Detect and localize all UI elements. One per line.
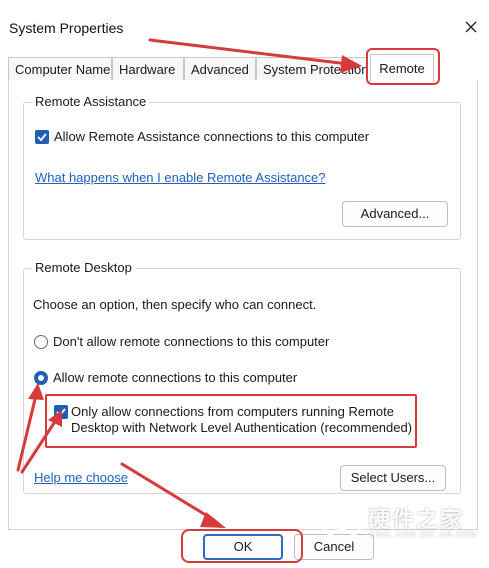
allow-remote-assistance-label: Allow Remote Assistance connections to t… bbox=[54, 129, 370, 144]
allow-remote-radio[interactable] bbox=[34, 371, 48, 385]
ok-button[interactable]: OK bbox=[203, 534, 283, 560]
remote-assistance-help-link[interactable]: What happens when I enable Remote Assist… bbox=[35, 170, 326, 185]
tab-strip: Computer Name Hardware Advanced System P… bbox=[8, 54, 438, 82]
select-users-button[interactable]: Select Users... bbox=[340, 465, 446, 491]
tab-computer-name[interactable]: Computer Name bbox=[8, 57, 112, 81]
checkmark-icon bbox=[37, 133, 47, 142]
remote-assistance-group: Remote Assistance Allow Remote Assistanc… bbox=[23, 94, 461, 240]
advanced-button[interactable]: Advanced... bbox=[342, 201, 448, 227]
dont-allow-remote-radio[interactable] bbox=[34, 335, 48, 349]
dont-allow-remote-label: Don't allow remote connections to this c… bbox=[53, 334, 330, 349]
allow-remote-assistance-checkbox[interactable] bbox=[35, 130, 49, 144]
checkmark-icon bbox=[56, 408, 66, 417]
window-title: System Properties bbox=[9, 20, 124, 36]
watermark-subtext: YING JIAN ZHI JIA.COM bbox=[368, 530, 478, 539]
tab-remote[interactable]: Remote bbox=[370, 54, 434, 82]
remote-desktop-title: Remote Desktop bbox=[32, 260, 135, 275]
remote-assistance-title: Remote Assistance bbox=[32, 94, 150, 109]
title-bar: System Properties bbox=[0, 0, 489, 52]
close-icon bbox=[465, 21, 477, 33]
cancel-button[interactable]: Cancel bbox=[294, 534, 374, 560]
tab-advanced[interactable]: Advanced bbox=[184, 57, 256, 81]
nla-label-line-2: Desktop with Network Level Authenticatio… bbox=[71, 420, 413, 435]
system-properties-dialog: System Properties Computer Name Hardware… bbox=[0, 0, 489, 568]
remote-tab-page: Remote Assistance Allow Remote Assistanc… bbox=[8, 80, 478, 530]
tab-hardware[interactable]: Hardware bbox=[112, 57, 184, 81]
remote-desktop-group: Remote Desktop Choose an option, then sp… bbox=[23, 260, 461, 494]
tab-system-protection[interactable]: System Protection bbox=[256, 57, 368, 81]
nla-checkbox[interactable] bbox=[54, 405, 68, 419]
close-button[interactable] bbox=[458, 14, 484, 40]
help-me-choose-link[interactable]: Help me choose bbox=[34, 470, 128, 485]
nla-label-line-1: Only allow connections from computers ru… bbox=[71, 404, 394, 419]
allow-remote-label: Allow remote connections to this compute… bbox=[53, 370, 298, 385]
remote-desktop-instruction: Choose an option, then specify who can c… bbox=[33, 297, 317, 312]
